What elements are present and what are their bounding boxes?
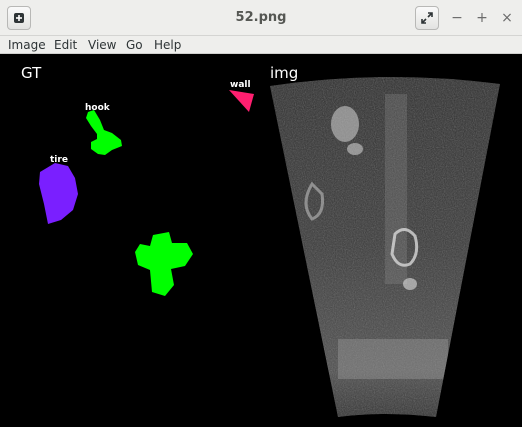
maximize-icon: + [476, 10, 488, 26]
menu-view[interactable]: View [88, 36, 116, 54]
menu-go[interactable]: Go [126, 36, 143, 54]
menu-image[interactable]: Image [8, 36, 46, 54]
gt-panel-label: GT [21, 64, 42, 82]
wall-mask [229, 90, 254, 112]
image-viewer-window: 52.png − + × Image Edit View Go Help GT … [0, 0, 522, 427]
menu-edit[interactable]: Edit [54, 36, 77, 54]
menu-bar: Image Edit View Go Help [0, 36, 522, 54]
wall-annotation-label: wall [230, 80, 251, 90]
tire-mask [39, 163, 78, 224]
tire-annotation-label: tire [50, 155, 68, 165]
sonar-image [270, 76, 500, 417]
img-panel-label: img [270, 64, 298, 82]
menu-help[interactable]: Help [154, 36, 181, 54]
minimize-button[interactable]: − [448, 9, 466, 27]
fullscreen-button[interactable] [415, 6, 439, 30]
displayed-image: GT wall hook tire img [21, 64, 500, 417]
title-bar: 52.png − + × [0, 0, 522, 36]
window-title: 52.png [235, 10, 287, 25]
minimize-icon: − [451, 10, 463, 26]
image-canvas[interactable]: GT wall hook tire img [0, 54, 522, 427]
hook-annotation-label: hook [85, 103, 111, 113]
close-icon: × [501, 10, 513, 26]
maximize-button[interactable]: + [473, 9, 491, 27]
fullscreen-icon [421, 12, 433, 24]
hook-mask [86, 110, 122, 155]
unlabeled-object-mask [135, 232, 193, 296]
close-button[interactable]: × [498, 9, 516, 27]
